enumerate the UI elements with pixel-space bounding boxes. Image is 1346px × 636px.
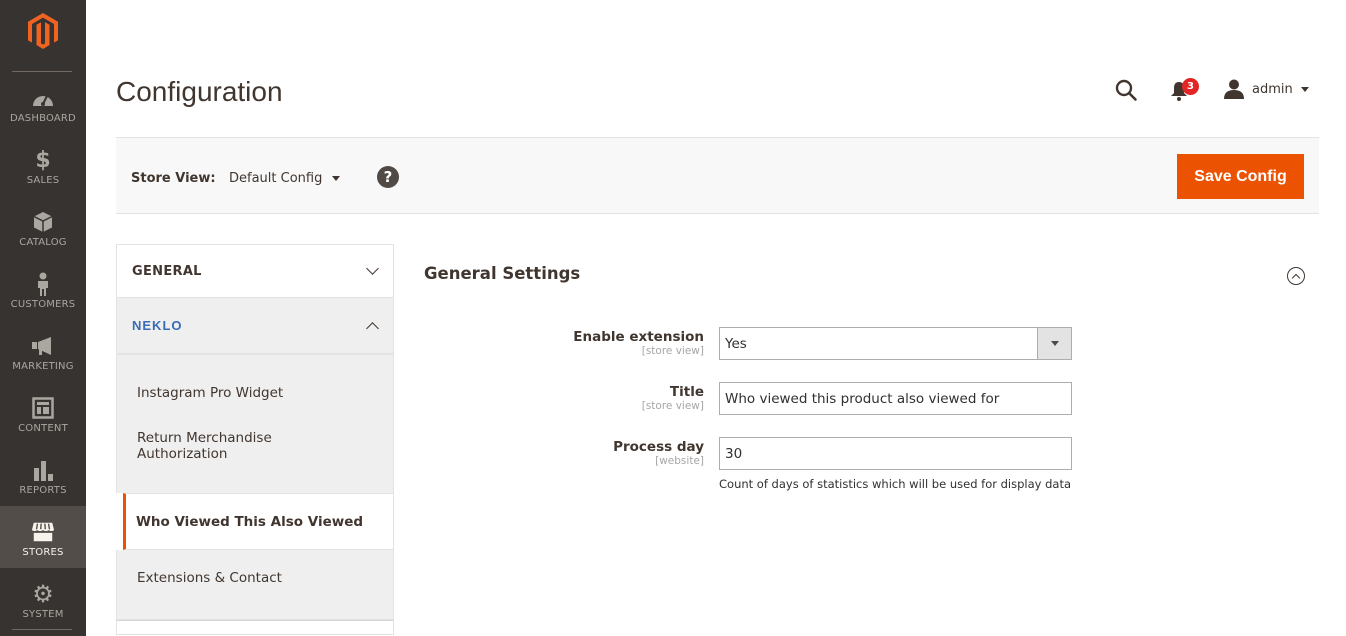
tab-group-title: GENERAL (132, 263, 202, 279)
tab-item-instagram-pro-widget[interactable]: Instagram Pro Widget (116, 354, 394, 430)
nav-label: Stores (22, 547, 64, 558)
section-title[interactable]: General Settings (424, 264, 580, 283)
nav-label: Reports (19, 485, 67, 496)
save-config-button[interactable]: Save Config (1177, 154, 1304, 199)
title-input[interactable]: Who viewed this product also viewed for (719, 382, 1072, 415)
field-scope: [website] (655, 455, 704, 467)
nav-label: Marketing (12, 361, 74, 372)
nav-customers[interactable]: Customers (0, 258, 86, 320)
nav-stores[interactable]: Stores (0, 506, 86, 568)
gear-icon: ⚙ (32, 580, 54, 608)
user-icon (1224, 79, 1244, 99)
field-label-text: Title (669, 384, 704, 400)
sidebar-divider (12, 629, 72, 630)
nav-label: System (22, 609, 64, 620)
field-label-title: Title [store view] (642, 384, 704, 412)
store-icon (31, 520, 55, 544)
nav-label: Catalog (19, 237, 67, 248)
store-view-label: Store View: (131, 171, 216, 186)
tab-group-general[interactable]: GENERAL (116, 244, 394, 298)
tab-item-label: Extensions & Contact (137, 569, 282, 586)
nav-label: Sales (26, 175, 60, 186)
tabs-bottom-edge (116, 620, 394, 635)
tab-item-who-viewed-this-also-viewed[interactable]: Who Viewed This Also Viewed (123, 493, 394, 550)
box-icon (31, 210, 55, 234)
process-day-note: Count of days of statistics which will b… (719, 477, 1072, 491)
magento-logo-icon (28, 13, 58, 49)
chevron-down-icon (332, 176, 341, 181)
tab-item-label: Who Viewed This Also Viewed (136, 513, 364, 530)
layout-icon (31, 396, 55, 420)
field-label-text: Process day (613, 439, 704, 455)
nav-catalog[interactable]: Catalog (0, 196, 86, 258)
store-switcher-bar: Store View: Default Config ? Save Config (116, 137, 1319, 214)
tab-item-label: Return Merchandise Authorization (137, 430, 272, 462)
global-search-button[interactable] (1114, 78, 1138, 102)
field-label-enable-extension: Enable extension [store view] (573, 329, 704, 357)
nav-system[interactable]: ⚙ System (0, 568, 86, 630)
field-label-process-day: Process day [website] (613, 439, 704, 467)
nav-dashboard[interactable]: Dashboard (0, 72, 86, 134)
nav-sales[interactable]: $ Sales (0, 134, 86, 196)
magento-logo[interactable] (0, 0, 86, 62)
tab-item-extensions-contact[interactable]: Extensions & Contact (116, 550, 394, 620)
field-label-text: Enable extension (573, 329, 704, 345)
store-view-value: Default Config (229, 171, 323, 186)
user-account-menu[interactable]: admin (1224, 78, 1309, 100)
collapse-section-icon[interactable] (1287, 267, 1305, 285)
field-scope: [store view] (641, 345, 704, 357)
user-name: admin (1252, 81, 1293, 97)
neklo-logo: NEKLO (132, 318, 183, 333)
person-icon (31, 272, 55, 296)
store-view-dropdown[interactable]: Default Config (229, 171, 341, 186)
config-tabs: GENERAL NEKLO Instagram Pro Widget Retur… (116, 244, 394, 635)
field-scope: [store view] (641, 400, 704, 412)
dashboard-icon (31, 86, 55, 110)
help-icon[interactable]: ? (377, 166, 399, 188)
admin-sidebar: Dashboard $ Sales Catalog Customers Mark… (0, 0, 86, 636)
search-icon (1115, 79, 1137, 101)
select-arrow-button[interactable] (1037, 328, 1071, 359)
notifications-count-badge: 3 (1182, 78, 1199, 95)
nav-marketing[interactable]: Marketing (0, 320, 86, 382)
chevron-down-icon (1300, 86, 1309, 92)
nav-label: Dashboard (10, 113, 76, 124)
chevron-down-icon (366, 262, 379, 275)
dollar-icon: $ (35, 147, 51, 173)
nav-content[interactable]: Content (0, 382, 86, 444)
tab-group-neklo[interactable]: NEKLO (116, 298, 394, 354)
tab-item-return-merchandise-authorization[interactable]: Return Merchandise Authorization (116, 430, 394, 493)
megaphone-icon (31, 334, 55, 358)
chevron-down-icon (1050, 341, 1059, 346)
enable-extension-select[interactable]: Yes (719, 327, 1072, 360)
tab-item-label: Instagram Pro Widget (137, 384, 284, 401)
nav-label: Customers (10, 299, 76, 310)
chevron-up-icon (366, 321, 379, 335)
input-value: 30 (725, 445, 743, 462)
page-title: Configuration (116, 76, 283, 107)
nav-reports[interactable]: Reports (0, 444, 86, 506)
input-value: Who viewed this product also viewed for (725, 390, 1000, 407)
bar-chart-icon (31, 458, 55, 482)
select-value: Yes (725, 335, 747, 352)
process-day-input[interactable]: 30 (719, 437, 1072, 470)
nav-label: Content (18, 423, 68, 434)
